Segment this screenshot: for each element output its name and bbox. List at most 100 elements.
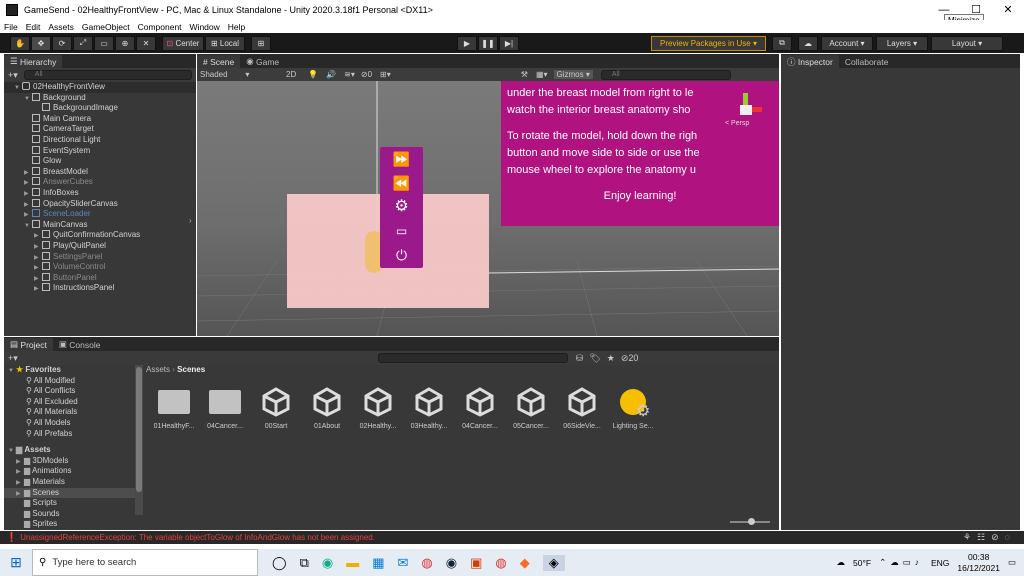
- taskbar-clock[interactable]: 00:38 16/12/2021: [957, 552, 1000, 574]
- office-icon[interactable]: ▣: [470, 555, 482, 571]
- zoom-slider-handle[interactable]: [748, 518, 755, 525]
- chevron-right-icon[interactable]: ›: [189, 216, 192, 225]
- tab-collaborate[interactable]: Collaborate: [838, 55, 895, 68]
- assets-tree-item[interactable]: ▶ ▆ Animations: [4, 466, 135, 477]
- favorite-item[interactable]: ⚲ All Modified: [4, 376, 135, 387]
- tray-icons[interactable]: ⌃☁▭♪: [879, 557, 923, 568]
- tab-inspector[interactable]: ⓘ Inspector: [781, 55, 839, 68]
- filter-type-icon[interactable]: ⛁: [576, 353, 584, 364]
- filter-label-icon[interactable]: 🏷: [589, 353, 600, 364]
- lighting-toggle-icon[interactable]: 💡: [308, 70, 318, 79]
- assets-tree-item[interactable]: ▆ Scripts: [4, 498, 135, 509]
- tools-icon[interactable]: ⚒: [521, 70, 528, 79]
- tab-project[interactable]: ▤ Project: [4, 338, 53, 351]
- hierarchy-item[interactable]: ▶ AnswerCubes: [4, 177, 196, 188]
- custom-tool-icon[interactable]: ✕: [136, 35, 156, 51]
- preview-packages-button[interactable]: Preview Packages in Use ▾: [651, 35, 766, 51]
- menu-assets[interactable]: Assets: [44, 22, 78, 32]
- unity-taskbar-icon[interactable]: ◈: [542, 554, 565, 571]
- tab-game[interactable]: ◉ Game: [240, 55, 286, 68]
- asset-tile[interactable]: 03Healthy...: [407, 385, 451, 430]
- favorite-item[interactable]: ⚲ All Materials: [4, 407, 135, 418]
- chrome-alt-icon[interactable]: ◍: [495, 555, 506, 571]
- hierarchy-item[interactable]: Glow: [4, 156, 196, 167]
- play-button[interactable]: ▶: [457, 35, 477, 51]
- favorite-item[interactable]: ⚲ All Conflicts: [4, 386, 135, 397]
- console-error-message[interactable]: UnassignedReferenceException: The variab…: [20, 533, 375, 542]
- scale-tool-icon[interactable]: ⤢: [73, 35, 93, 51]
- visibility-icon[interactable]: ⊘: [361, 70, 368, 79]
- language-indicator[interactable]: ENG: [931, 558, 949, 568]
- favorite-star-icon[interactable]: ★: [607, 353, 615, 364]
- rotate-tool-icon[interactable]: ⟳: [52, 35, 72, 51]
- favorite-item[interactable]: ⚲ All Models: [4, 418, 135, 429]
- pivot-local-button[interactable]: ⊞ Local: [205, 35, 245, 51]
- assets-header[interactable]: ▼ ▆ Assets: [4, 445, 135, 456]
- mode-2d-toggle[interactable]: 2D: [286, 70, 296, 79]
- asset-tile[interactable]: 01About: [305, 385, 349, 430]
- layout-dropdown[interactable]: Layout ▾: [931, 35, 1003, 51]
- settings-gear-icon[interactable]: ⚙: [380, 195, 423, 219]
- taskbar-search-box[interactable]: ⚲ Type here to search: [32, 549, 258, 576]
- file-explorer-icon[interactable]: ▬: [346, 555, 359, 570]
- fast-forward-icon[interactable]: ⏩: [380, 147, 423, 171]
- zoom-slider[interactable]: [730, 518, 770, 525]
- account-dropdown[interactable]: Account ▾: [821, 35, 873, 51]
- windows-start-icon[interactable]: ⊞: [0, 554, 32, 571]
- step-button[interactable]: ▶|: [499, 35, 519, 51]
- grid-toggle-icon[interactable]: ⊞▾: [380, 70, 391, 79]
- scene-search-input[interactable]: All: [600, 69, 731, 80]
- hierarchy-search-input[interactable]: All: [23, 70, 192, 80]
- mail-icon[interactable]: ✉: [398, 555, 409, 571]
- hierarchy-item[interactable]: ▶ QuitConfirmationCanvas: [4, 230, 196, 241]
- task-view-icon[interactable]: ⧉: [300, 555, 309, 571]
- asset-tile[interactable]: ⚙ Lighting Se...: [611, 385, 655, 430]
- audio-toggle-icon[interactable]: 🔊: [326, 70, 336, 79]
- menu-component[interactable]: Component: [134, 22, 186, 32]
- asset-tile[interactable]: 02Healthy...: [356, 385, 400, 430]
- hidden-packages-icon[interactable]: ⊘: [621, 353, 629, 364]
- cloud-icon[interactable]: ☁: [798, 35, 818, 51]
- hierarchy-item[interactable]: ▶ Play/QuitPanel: [4, 240, 196, 252]
- asset-tile[interactable]: 05Cancer...: [509, 385, 553, 430]
- camera-icon[interactable]: ▦▾: [536, 70, 548, 79]
- hierarchy-item[interactable]: ▶ BreastModel: [4, 166, 196, 178]
- scene-orientation-gizmo[interactable]: < Persp: [725, 93, 762, 127]
- cortana-icon[interactable]: ◯: [272, 555, 287, 571]
- asset-tile[interactable]: 00Start: [254, 385, 298, 430]
- pivot-center-button[interactable]: ⊡ Center: [162, 35, 204, 51]
- asset-tile[interactable]: 04Cancer...: [203, 385, 247, 430]
- edge-icon[interactable]: ◉: [322, 555, 333, 571]
- menu-help[interactable]: Help: [224, 22, 249, 32]
- assets-tree-item[interactable]: ▶ ▆ Materials: [4, 477, 135, 488]
- menu-gameobject[interactable]: GameObject: [78, 22, 134, 32]
- asset-tile[interactable]: 06SideVie...: [560, 385, 604, 430]
- asset-tile[interactable]: 01HealthyF...: [152, 385, 196, 430]
- tree-scrollbar[interactable]: [135, 365, 143, 515]
- hierarchy-item[interactable]: ▶ InfoBoxes: [4, 187, 196, 199]
- store-icon[interactable]: ▦: [372, 555, 384, 571]
- tab-hierarchy[interactable]: ☰ Hierarchy: [4, 55, 63, 68]
- hierarchy-item[interactable]: ▼ Background: [4, 92, 196, 104]
- grid-snap-icon[interactable]: ⊞: [251, 35, 271, 51]
- rect-tool-icon[interactable]: ▭: [94, 35, 114, 51]
- pause-button[interactable]: ❚❚: [478, 35, 498, 51]
- gizmo-center-cube[interactable]: [740, 105, 752, 115]
- gizmo-x-axis[interactable]: [752, 107, 762, 112]
- gizmo-y-axis[interactable]: [743, 93, 748, 105]
- tab-scene[interactable]: # Scene: [197, 55, 241, 68]
- gizmos-dropdown[interactable]: Gizmos ▾: [553, 70, 593, 79]
- move-tool-icon[interactable]: ✥: [31, 35, 51, 51]
- hierarchy-root-scene[interactable]: ▼ 02HealthyFrontView: [4, 82, 196, 93]
- notifications-icon[interactable]: ▭: [1008, 557, 1016, 568]
- assets-tree-item[interactable]: ▆ Sounds: [4, 509, 135, 520]
- persp-label[interactable]: < Persp: [725, 120, 749, 127]
- menu-edit[interactable]: Edit: [22, 22, 45, 32]
- collab-icon[interactable]: ⧉: [772, 35, 792, 51]
- power-icon[interactable]: ⏻: [380, 243, 423, 267]
- breadcrumb-assets[interactable]: Assets: [146, 365, 170, 374]
- shading-mode-dropdown[interactable]: Shaded ▾: [200, 70, 274, 79]
- hierarchy-item[interactable]: EventSystem: [4, 145, 196, 157]
- tab-console[interactable]: ▣ Console: [52, 338, 107, 351]
- weather-temp[interactable]: 50°F: [853, 558, 871, 568]
